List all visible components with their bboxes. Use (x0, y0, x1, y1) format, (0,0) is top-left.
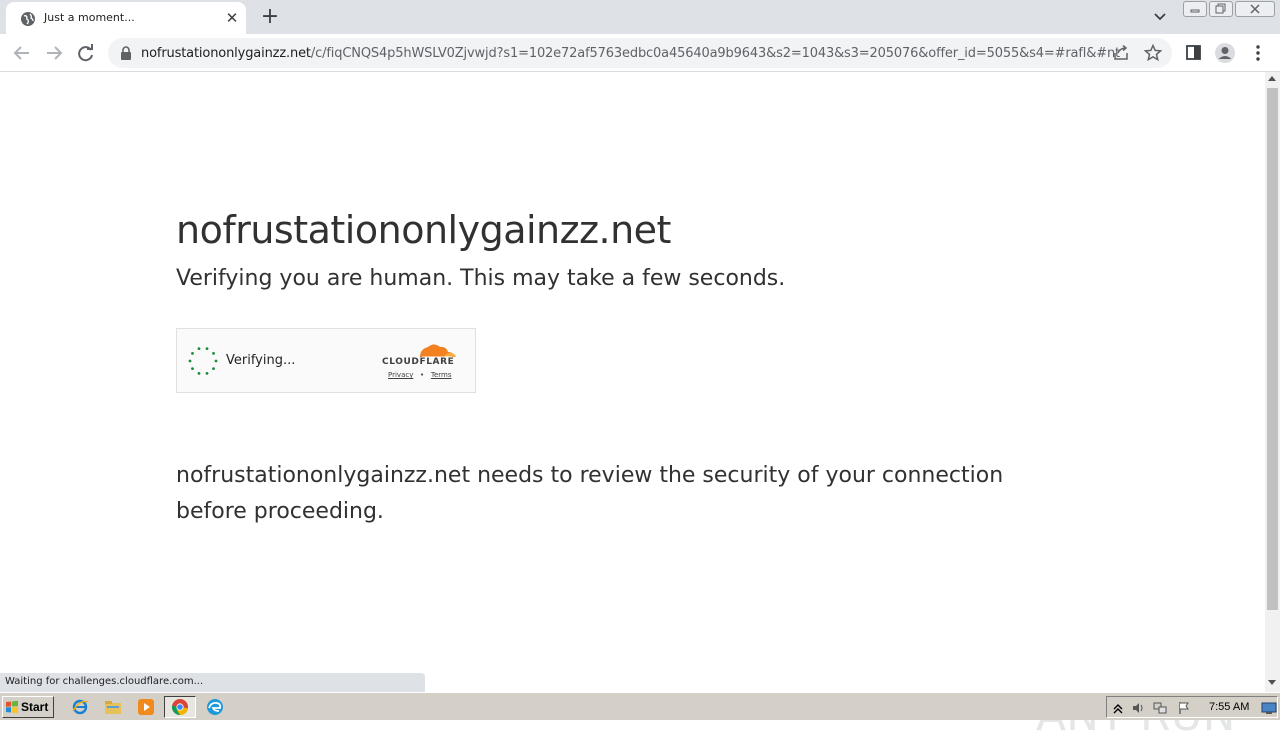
internet-explorer-icon[interactable] (71, 698, 89, 716)
spinner-dot (197, 347, 201, 351)
restore-button[interactable] (1209, 1, 1233, 17)
browser-toolbar: nofrustationonlygainzz.net/c/fiqCNQS4p5h… (0, 34, 1280, 72)
spinner-dot (197, 371, 201, 375)
link-separator: • (420, 371, 425, 379)
restore-icon (1215, 3, 1226, 14)
edge-icon[interactable] (206, 698, 224, 716)
bookmark-star-icon[interactable] (1144, 44, 1162, 62)
vertical-scrollbar[interactable] (1265, 72, 1280, 692)
page-title: nofrustationonlygainzz.net (176, 208, 671, 252)
file-explorer-icon[interactable] (104, 698, 122, 716)
turnstile-widget[interactable]: Verifying... CLOUDFLARE Privacy • Terms (176, 328, 476, 393)
lock-icon[interactable] (120, 46, 132, 60)
widget-links: Privacy • Terms (388, 371, 452, 379)
show-desktop-icon[interactable] (1261, 701, 1277, 715)
spinner-dot (212, 351, 215, 355)
start-button[interactable]: Start (2, 696, 54, 718)
side-panel-icon[interactable] (1183, 42, 1205, 64)
page-content: nofrustationonlygainzz.net Verifying you… (0, 72, 1265, 741)
terms-link[interactable]: Terms (431, 371, 452, 379)
status-bubble: Waiting for challenges.cloudflare.com... (0, 673, 425, 692)
reload-icon[interactable] (74, 42, 98, 64)
action-center-flag-icon[interactable] (1177, 701, 1191, 715)
windows-logo-icon (6, 700, 18, 714)
system-tray: 7:55 AM (1106, 696, 1278, 718)
chrome-icon (171, 699, 188, 715)
spinner-dot (205, 347, 209, 351)
verifying-status: Verifying... (226, 353, 296, 368)
tab-search-chevron-icon[interactable] (1150, 8, 1170, 26)
chrome-taskbar-button[interactable] (164, 696, 196, 718)
start-label: Start (21, 700, 49, 714)
spinner-dot (205, 371, 209, 375)
spinner-dot (191, 367, 194, 371)
share-icon[interactable] (1112, 45, 1130, 61)
spinner-icon (188, 347, 218, 375)
tray-expand-icon[interactable] (1111, 701, 1125, 715)
security-message: nofrustationonlygainzz.net needs to revi… (176, 463, 1004, 524)
new-tab-button[interactable]: + (259, 6, 281, 28)
clock: 7:55 AM (1209, 701, 1250, 713)
spinner-dot (212, 367, 215, 371)
network-icon[interactable] (1153, 701, 1167, 715)
globe-icon (21, 12, 35, 26)
spinner-dot (214, 359, 218, 363)
scroll-down-arrow-icon[interactable] (1268, 680, 1276, 685)
close-window-button[interactable] (1235, 1, 1275, 17)
kebab-menu-icon[interactable] (1247, 42, 1269, 64)
url-host: nofrustationonlygainzz.net (141, 46, 311, 61)
tab-close-icon[interactable]: ✕ (224, 10, 240, 26)
spinner-dot (191, 351, 194, 355)
scroll-up-arrow-icon[interactable] (1268, 76, 1276, 81)
cloudflare-wordmark: CLOUDFLARE (382, 357, 455, 367)
minimize-icon (1190, 9, 1200, 13)
close-icon (1250, 4, 1260, 14)
url-text[interactable]: nofrustationonlygainzz.net/c/fiqCNQS4p5h… (141, 46, 1120, 61)
browser-tab[interactable]: Just a moment... ✕ (6, 2, 246, 34)
forward-arrow-icon[interactable] (42, 42, 66, 64)
profile-avatar-icon[interactable] (1214, 42, 1236, 64)
status-text: Waiting for challenges.cloudflare.com... (5, 676, 204, 687)
media-player-icon[interactable] (137, 698, 155, 716)
back-arrow-icon[interactable] (10, 42, 34, 64)
minimize-button[interactable] (1183, 1, 1207, 17)
tab-strip: Just a moment... ✕ + (0, 0, 1280, 34)
taskbar: Start 7:55 AM (0, 692, 1280, 720)
url-path: /c/fiqCNQS4p5hWSLV0Zjvwjd?s1=102e72af576… (310, 46, 1120, 61)
privacy-link[interactable]: Privacy (388, 371, 413, 379)
volume-icon[interactable] (1131, 701, 1145, 715)
scroll-thumb[interactable] (1267, 88, 1278, 610)
tab-title: Just a moment... (44, 11, 135, 24)
address-bar[interactable]: nofrustationonlygainzz.net/c/fiqCNQS4p5h… (108, 38, 1172, 68)
spinner-dot (188, 359, 192, 363)
page-subtitle: Verifying you are human. This may take a… (176, 266, 786, 291)
